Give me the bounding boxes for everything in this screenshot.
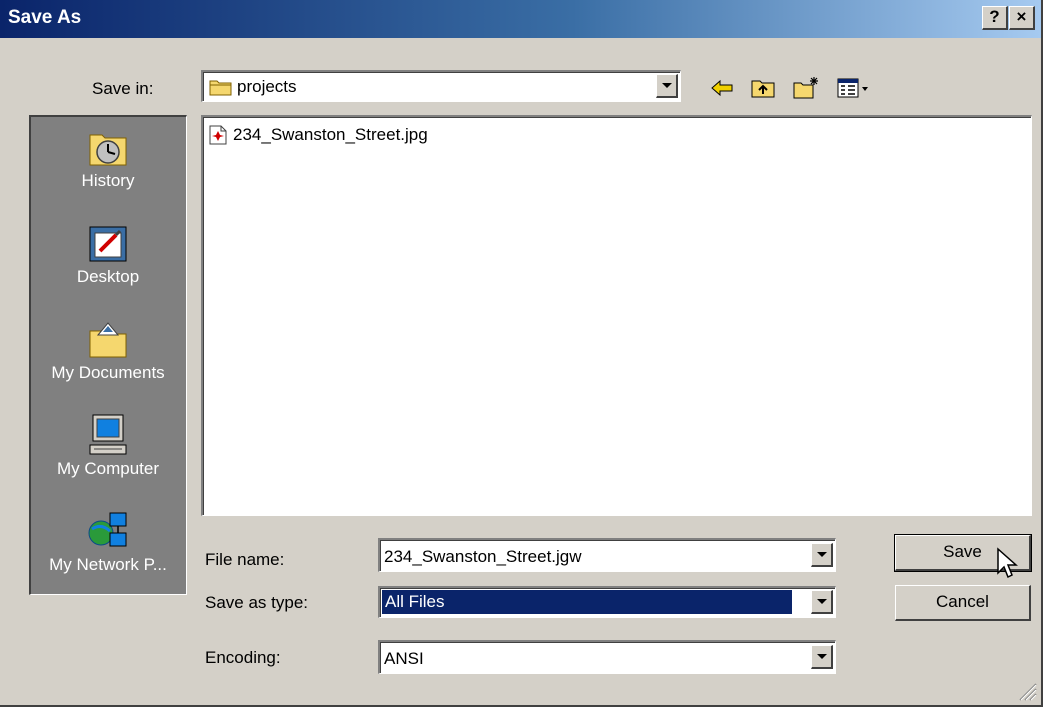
- desktop-icon: [86, 221, 130, 265]
- jpg-file-icon: [209, 125, 227, 145]
- save-as-type-label: Save as type:: [205, 593, 309, 612]
- views-menu-icon[interactable]: [836, 75, 868, 101]
- save-as-type-dropdown[interactable]: All Files: [378, 586, 836, 618]
- up-one-level-icon[interactable]: [750, 75, 778, 101]
- help-button[interactable]: ?: [982, 6, 1008, 30]
- place-label-my-network-places: My Network P...: [49, 555, 167, 574]
- encoding-dropdown[interactable]: ANSI: [378, 640, 836, 674]
- file-name-dropdown-arrow[interactable]: [811, 543, 833, 567]
- cancel-button[interactable]: Cancel: [895, 585, 1031, 621]
- save-in-dropdown[interactable]: projects: [201, 70, 681, 102]
- new-folder-icon[interactable]: [792, 75, 820, 101]
- my-network-places-icon: [86, 509, 130, 553]
- folder-icon: [209, 77, 233, 97]
- save-as-type-value: All Files: [385, 592, 445, 611]
- encoding-dropdown-arrow[interactable]: [811, 645, 833, 669]
- back-arrow-icon[interactable]: [708, 75, 736, 101]
- save-in-dropdown-arrow[interactable]: [656, 74, 678, 98]
- place-label-history: History: [81, 171, 135, 190]
- resize-grip-icon[interactable]: [1015, 679, 1037, 701]
- file-name-text: 234_Swanston_Street.jpg: [233, 125, 428, 144]
- encoding-value: ANSI: [384, 649, 424, 668]
- encoding-label: Encoding:: [205, 648, 281, 667]
- place-my-computer[interactable]: My Computer: [31, 413, 185, 479]
- save-as-type-dropdown-arrow[interactable]: [811, 590, 833, 614]
- file-name-field[interactable]: 234_Swanston_Street.jgw: [378, 538, 836, 572]
- place-my-network-places[interactable]: My Network P...: [31, 509, 185, 575]
- place-desktop[interactable]: Desktop: [31, 221, 185, 287]
- mouse-cursor-icon: [996, 547, 1020, 583]
- save-as-dialog: Save As ? × Save in: projects History De…: [0, 0, 1043, 707]
- place-label-my-documents: My Documents: [51, 363, 165, 382]
- place-my-documents[interactable]: My Documents: [31, 317, 185, 383]
- close-button[interactable]: ×: [1009, 6, 1035, 30]
- title-bar[interactable]: Save As ? ×: [0, 0, 1041, 38]
- file-name-label: File name:: [205, 550, 285, 569]
- place-history[interactable]: History: [31, 125, 185, 191]
- place-label-my-computer: My Computer: [56, 459, 160, 478]
- file-list[interactable]: 234_Swanston_Street.jpg: [201, 115, 1032, 516]
- history-icon: [86, 125, 130, 169]
- file-name-value: 234_Swanston_Street.jgw: [384, 547, 582, 566]
- places-bar: History Desktop My Documents My Computer…: [29, 115, 187, 595]
- my-computer-icon: [86, 413, 130, 457]
- place-label-desktop: Desktop: [76, 267, 140, 286]
- save-in-label: Save in:: [92, 79, 154, 98]
- my-documents-icon: [86, 317, 130, 361]
- dialog-title: Save As: [8, 7, 82, 28]
- save-in-value: projects: [237, 77, 297, 96]
- save-as-type-selected: All Files: [382, 590, 792, 614]
